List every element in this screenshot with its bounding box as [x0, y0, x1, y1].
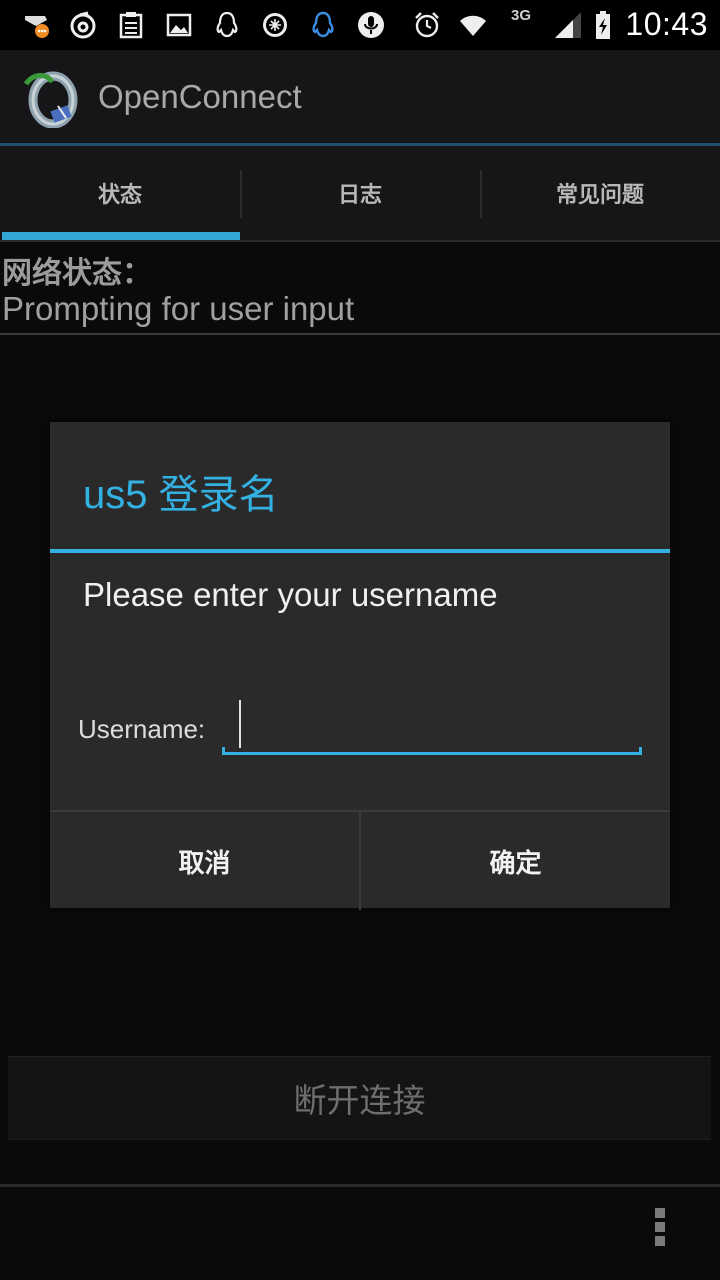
dialog-button-bar: 取消 确定: [50, 810, 670, 910]
chat-notification-icon: [20, 9, 52, 41]
action-bar: OpenConnect: [0, 50, 720, 143]
screen: 3G 10:43 OpenConnect 状态 日志 常见问题 网络状态： Pr…: [0, 0, 720, 1280]
dialog-title-divider: [50, 549, 670, 553]
qq-blue-icon: [307, 9, 339, 41]
cancel-button[interactable]: 取消: [50, 812, 359, 910]
qq-icon: [211, 9, 243, 41]
image-icon: [163, 9, 195, 41]
selected-tab-indicator: [2, 232, 240, 240]
network-type-label: 3G: [511, 7, 532, 24]
clipboard-icon: [115, 9, 147, 41]
clock: 10:43: [625, 6, 708, 42]
app-title: OpenConnect: [98, 78, 302, 115]
microphone-icon: [355, 9, 387, 41]
overflow-menu-icon[interactable]: [650, 1208, 670, 1256]
username-input[interactable]: [222, 692, 642, 756]
alarm-icon: [411, 9, 443, 41]
network-status-label: 网络状态：: [2, 256, 152, 291]
tab-faq[interactable]: 常见问题: [480, 146, 720, 240]
dialog-message: Please enter your username: [83, 576, 498, 613]
username-input-underline: [222, 747, 642, 755]
status-bar: 3G 10:43: [0, 0, 720, 50]
tab-log[interactable]: 日志: [240, 146, 480, 240]
username-label: Username:: [78, 714, 206, 744]
content-divider: [0, 333, 720, 335]
network-status-value: Prompting for user input: [2, 290, 355, 327]
app-logo-icon[interactable]: [22, 68, 84, 129]
tab-bar-divider: [0, 240, 720, 242]
tab-bar: 状态 日志 常见问题: [0, 146, 720, 240]
wifi-icon: [457, 9, 489, 41]
bottom-divider: [0, 1184, 720, 1187]
signal-icon: [550, 9, 586, 41]
ok-button[interactable]: 确定: [359, 812, 670, 910]
dialog-title: us5 登录名: [83, 473, 279, 517]
tab-status[interactable]: 状态: [0, 146, 240, 240]
username-dialog: us5 登录名 Please enter your username Usern…: [50, 422, 670, 910]
compass-icon: [259, 9, 291, 41]
battery-charging-icon: [590, 9, 622, 41]
netease-music-icon: [67, 9, 99, 41]
disconnect-button[interactable]: 断开连接: [8, 1056, 711, 1140]
text-caret: [239, 700, 241, 748]
